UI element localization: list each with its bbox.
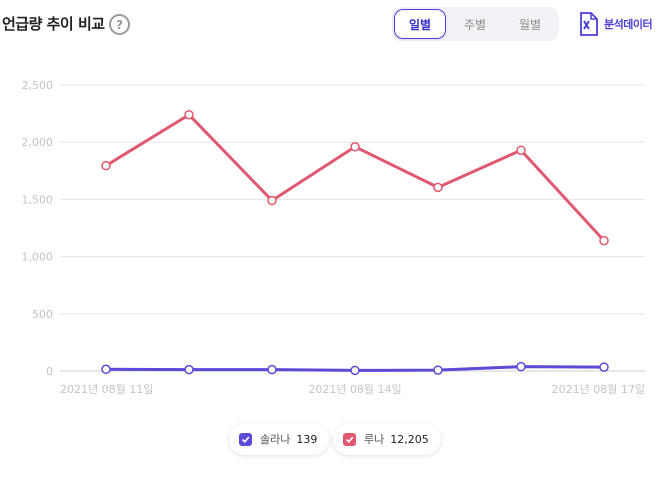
legend-item-luna[interactable]: 루나 12,205: [333, 423, 441, 455]
data-point: [267, 195, 277, 206]
data-point: [184, 109, 194, 120]
data-point: [101, 160, 111, 171]
data-point: [516, 361, 526, 372]
data-point: [433, 365, 443, 375]
x-tick-label: 2021년 08월 11일: [60, 382, 153, 396]
excel-icon: [580, 12, 598, 36]
data-point: [599, 235, 609, 246]
x-tick-label: 2021년 08월 17일: [552, 382, 645, 396]
y-tick-label: 500: [32, 308, 53, 321]
page-title: 언급량 추이 비교: [2, 15, 105, 33]
data-point: [350, 142, 360, 152]
y-tick-label: 2,500: [22, 79, 54, 92]
legend-total: 12,205: [390, 432, 429, 446]
series: [101, 109, 609, 376]
tab-weekly[interactable]: 주별: [449, 9, 501, 39]
x-tick-label: 2021년 08월 14일: [308, 382, 401, 396]
data-point: [184, 364, 194, 375]
legend-label: 루나: [364, 433, 385, 446]
data-point: [350, 365, 360, 376]
period-toggle: 일별 주별 월별: [392, 7, 559, 41]
y-tick-label: 1,500: [22, 193, 54, 206]
legend-total: 139: [296, 432, 318, 446]
data-point: [101, 364, 111, 375]
data-point: [599, 362, 609, 372]
legend-item-solara[interactable]: 솔라나 139: [229, 423, 330, 455]
tab-monthly[interactable]: 월별: [504, 9, 556, 39]
chart-header: 언급량 추이 비교 ? 일별 주별 월별 분석데이터: [0, 0, 665, 50]
analysis-data-label: 분석데이터: [604, 18, 653, 31]
checkbox-icon: [343, 432, 356, 446]
analysis-data-button[interactable]: 분석데이터: [579, 12, 653, 36]
help-icon[interactable]: ?: [109, 14, 130, 35]
x-axis: 2021년 08월 11일 2021년 08월 14일 2021년 08월 17일: [60, 382, 645, 396]
legend: 솔라나 139 루나 12,205: [0, 423, 665, 457]
series-line: [105, 113, 606, 242]
line-chart: 05001,0001,5002,0002,500 2021년 08월 11일 20…: [22, 79, 645, 396]
y-axis: 0 500 1,000 1,500 2,000 2,500: [22, 79, 54, 378]
data-point: [433, 182, 443, 193]
data-point: [267, 364, 277, 375]
gridlines: [60, 84, 645, 372]
y-tick-label: 2,000: [22, 136, 54, 149]
y-tick-label: 1,000: [22, 251, 54, 264]
checkbox-icon: [239, 432, 252, 446]
legend-label: 솔라나: [260, 433, 291, 446]
tab-daily[interactable]: 일별: [394, 9, 446, 39]
y-tick-label: 0: [46, 365, 53, 378]
data-point: [516, 145, 526, 155]
